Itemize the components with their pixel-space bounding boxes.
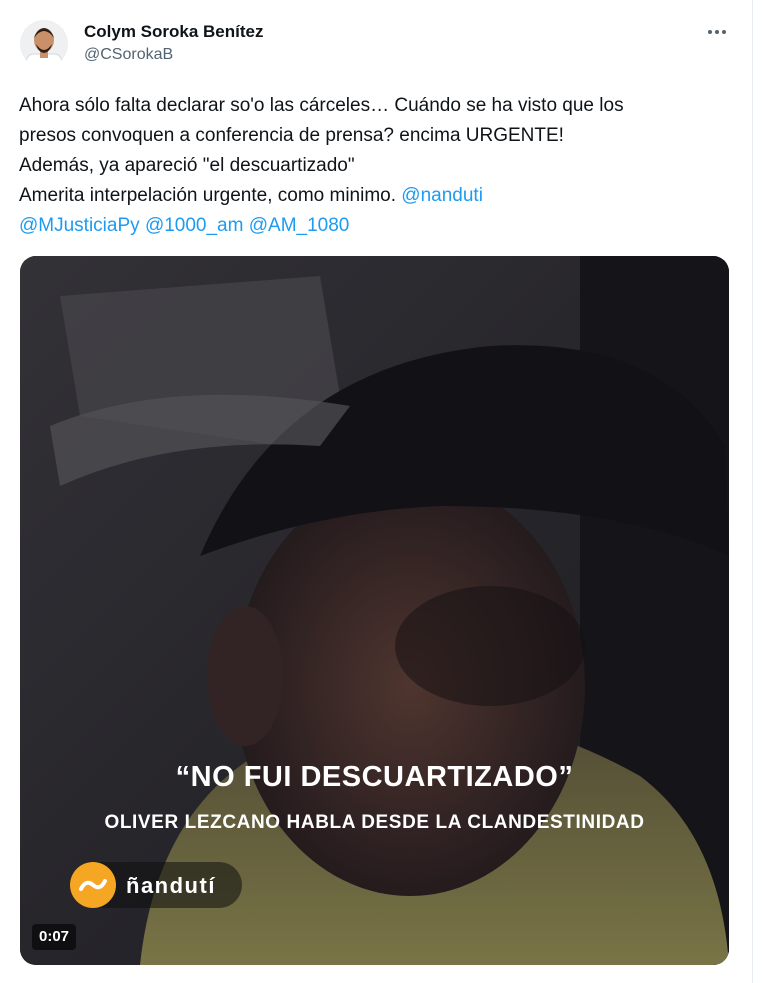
tweet-text-line: Ahora sólo falta declarar so'o las cárce… bbox=[19, 95, 624, 116]
column-border bbox=[752, 0, 753, 983]
user-handle[interactable]: @CSorokaB bbox=[84, 45, 264, 65]
video-frame bbox=[20, 256, 729, 965]
tweet-text-line: Además, ya apareció "el descuartizado" bbox=[19, 155, 355, 176]
display-name[interactable]: Colym Soroka Benítez bbox=[84, 22, 264, 42]
mention-link[interactable]: @1000_am bbox=[145, 215, 244, 236]
avatar[interactable] bbox=[20, 20, 68, 68]
tweet-text: Ahora sólo falta declarar so'o las cárce… bbox=[19, 91, 731, 241]
mention-link[interactable]: @MJusticiaPy bbox=[19, 215, 140, 236]
video-headline: “NO FUI DESCUARTIZADO” bbox=[175, 761, 574, 793]
ellipsis-icon bbox=[708, 30, 726, 34]
mentions-line: @MJusticiaPy @1000_am @AM_1080 bbox=[19, 211, 731, 241]
mention-link[interactable]: @nanduti bbox=[401, 185, 483, 206]
video-player[interactable]: “NO FUI DESCUARTIZADO” OLIVER LEZCANO HA… bbox=[20, 256, 729, 965]
tweet-text-line: presos convoquen a conferencia de prensa… bbox=[19, 125, 564, 146]
tweet-header: Colym Soroka Benítez @CSorokaB bbox=[20, 18, 732, 72]
more-options-button[interactable] bbox=[702, 20, 732, 44]
author-names: Colym Soroka Benítez @CSorokaB bbox=[84, 22, 264, 65]
mention-link[interactable]: @AM_1080 bbox=[249, 215, 350, 236]
nanduti-logo-icon bbox=[70, 862, 116, 908]
tweet-text-line-with-mention: Amerita interpelación urgente, como mini… bbox=[19, 181, 731, 211]
brand-name: ñandutí bbox=[126, 873, 216, 898]
video-subheadline: OLIVER LEZCANO HABLA DESDE LA CLANDESTIN… bbox=[104, 812, 645, 833]
tweet-text-line: Amerita interpelación urgente, como mini… bbox=[19, 185, 397, 206]
brand-logo: ñandutí bbox=[70, 862, 242, 908]
video-duration: 0:07 bbox=[32, 924, 77, 950]
